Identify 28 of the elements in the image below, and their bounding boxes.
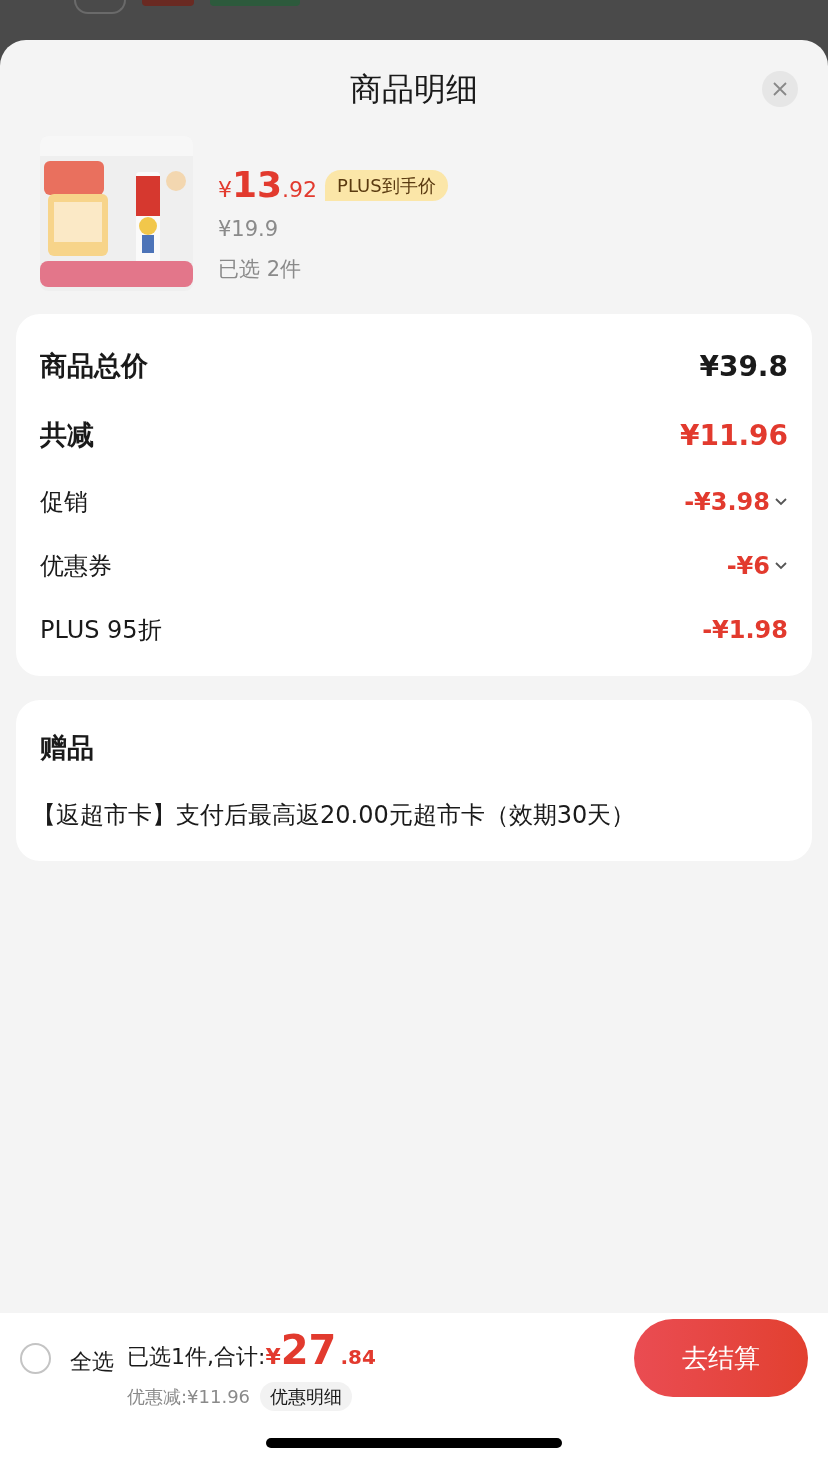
select-all-label[interactable]: 全选 [70,1344,114,1378]
product-price: ¥13.92 [218,163,318,207]
original-price: ¥19.9 [218,216,280,243]
chevron-down-icon[interactable] [774,561,788,571]
select-all-radio[interactable] [20,1342,51,1374]
checkout-button[interactable]: 去结算 [634,1319,808,1397]
summary-label: 商品总价 [40,349,148,384]
total-price: ¥27.84 [265,1325,376,1375]
close-icon [772,81,788,97]
gift-text: 【返超市卡】支付后最高返20.00元超市卡（效期30天） [32,799,637,831]
summary-label: 促销 [40,487,88,518]
discount-text: 优惠减:¥11.96 [127,1384,251,1409]
summary-label: PLUS 95折 [40,615,162,646]
quantity-text: 已选 2件 [218,255,303,283]
summary-value: ¥39.8 [699,348,788,385]
sheet-title: 商品明细 [350,69,478,110]
gift-title: 赠品 [40,731,95,765]
summary-value: -¥1.98 [702,615,788,646]
chevron-down-icon[interactable] [774,497,788,507]
discount-detail-button[interactable]: 优惠明细 [260,1381,353,1411]
summary-label: 优惠券 [40,551,112,582]
close-button[interactable] [762,71,798,107]
plus-price-tag: PLUS到手价 [325,169,448,201]
summary-value: ¥11.96 [679,417,788,454]
summary-value: -¥3.98 [684,487,770,518]
selected-total-label: 已选1件,合计: [127,1342,266,1371]
summary-value: -¥6 [726,551,770,582]
summary-label: 共减 [40,418,94,453]
